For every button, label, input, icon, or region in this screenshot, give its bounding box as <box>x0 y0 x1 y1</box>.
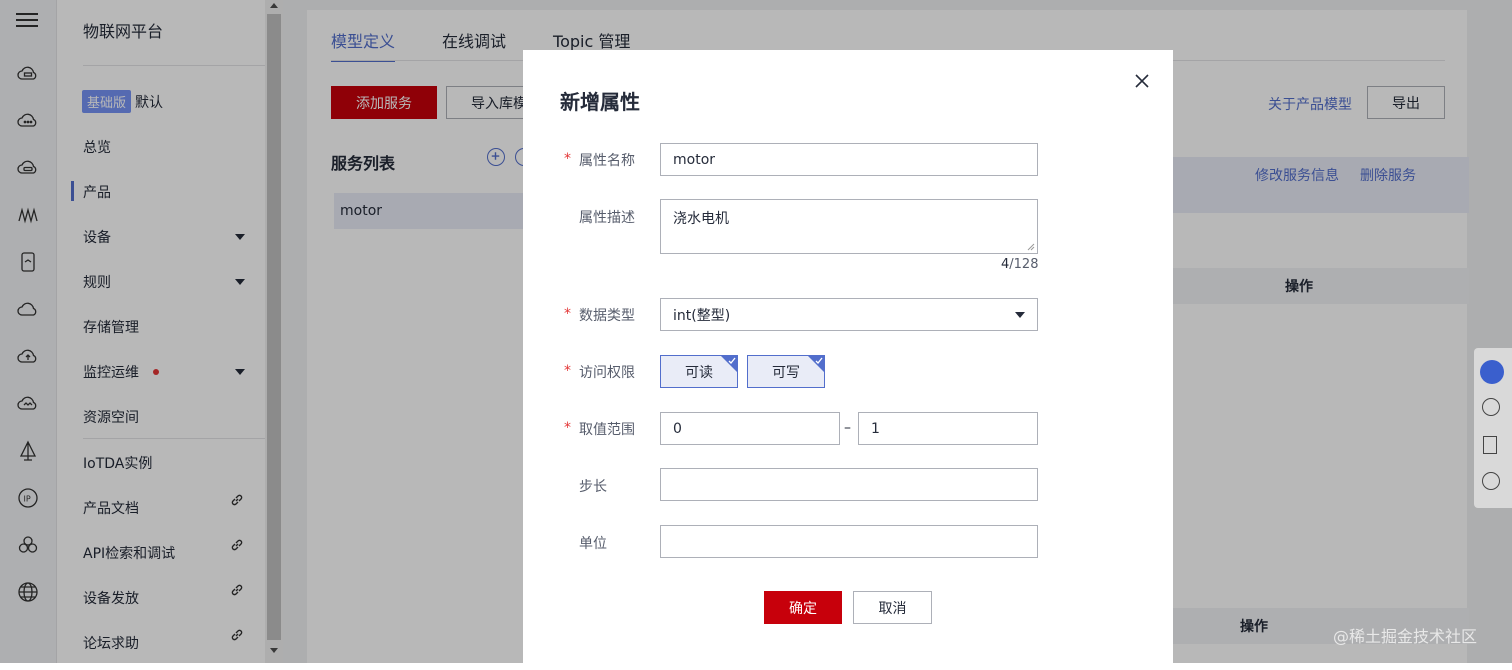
resize-handle-icon[interactable] <box>1027 243 1035 251</box>
unit-input[interactable] <box>660 525 1038 558</box>
property-name-input[interactable]: motor <box>660 143 1038 176</box>
step-input[interactable] <box>660 468 1038 501</box>
dialog-title: 新增属性 <box>560 90 640 114</box>
chip-label: 可读 <box>685 364 713 381</box>
required-mark: * <box>564 151 571 167</box>
help-icon[interactable] <box>1482 398 1500 416</box>
field-label-step: 步长 <box>579 479 607 495</box>
property-desc-value: 浇水电机 <box>673 211 729 227</box>
add-property-dialog: 新增属性 * 属性名称 motor 属性描述 浇水电机 4/128 * 数据类型… <box>523 50 1173 663</box>
chip-label: 可写 <box>772 364 800 381</box>
field-label-desc: 属性描述 <box>579 210 635 226</box>
range-min-input[interactable]: 0 <box>660 412 840 445</box>
assistant-icon[interactable] <box>1480 360 1504 384</box>
chevron-down-icon <box>1015 312 1025 318</box>
cancel-button[interactable]: 取消 <box>853 591 932 624</box>
required-mark: * <box>564 363 571 379</box>
required-mark: * <box>564 306 571 322</box>
document-icon[interactable] <box>1483 436 1497 454</box>
range-max-input[interactable]: 1 <box>858 412 1038 445</box>
required-mark: * <box>564 420 571 436</box>
char-max: /128 <box>1009 257 1039 272</box>
confirm-button[interactable]: 确定 <box>764 591 842 624</box>
watermark: @稀土掘金技术社区 <box>1333 627 1478 646</box>
range-separator: – <box>844 420 851 436</box>
field-label-type: 数据类型 <box>579 308 635 324</box>
feedback-icon[interactable] <box>1482 472 1500 490</box>
property-desc-textarea[interactable]: 浇水电机 <box>660 199 1038 254</box>
check-icon <box>815 357 823 364</box>
close-icon[interactable] <box>1133 72 1151 90</box>
data-type-select[interactable]: int(整型) <box>660 298 1038 331</box>
field-label-range: 取值范围 <box>579 422 635 438</box>
field-label-unit: 单位 <box>579 536 607 552</box>
access-readable-chip[interactable]: 可读 <box>660 355 738 388</box>
field-label-name: 属性名称 <box>579 153 635 169</box>
access-writable-chip[interactable]: 可写 <box>747 355 825 388</box>
check-icon <box>728 357 736 364</box>
floating-toolbar <box>1474 348 1512 508</box>
field-label-access: 访问权限 <box>579 365 635 381</box>
char-counter: 4/128 <box>1001 257 1038 272</box>
data-type-value: int(整型) <box>673 307 731 324</box>
